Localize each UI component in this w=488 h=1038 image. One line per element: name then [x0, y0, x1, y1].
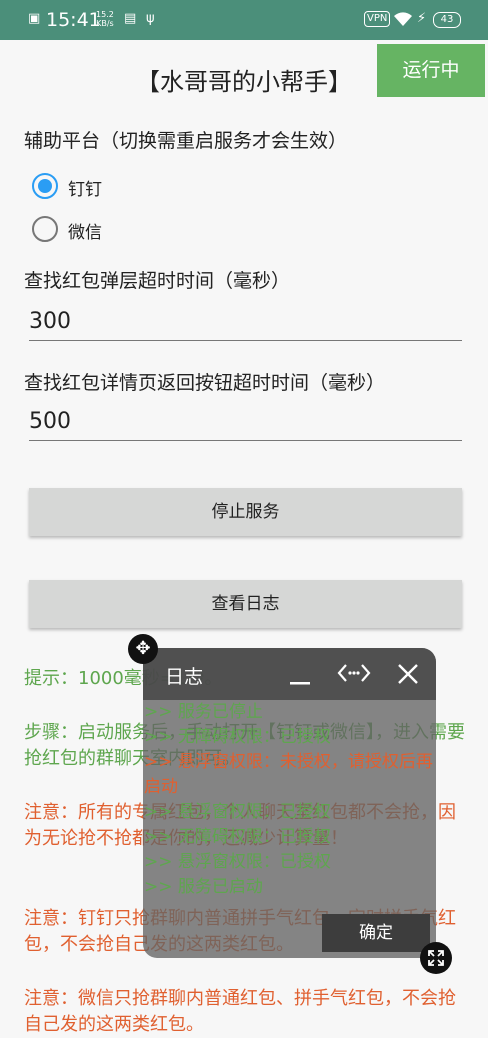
radio-dingtalk[interactable]: [32, 173, 58, 199]
radio-label-dingtalk[interactable]: 钉钉: [68, 175, 102, 200]
resize-icon[interactable]: [420, 942, 452, 974]
log-line: >> 悬浮窗权限：未授权，请授权后再启动: [144, 752, 433, 797]
vpn-badge: VPN: [364, 11, 391, 27]
move-icon[interactable]: ✥: [128, 634, 158, 664]
close-icon[interactable]: [397, 663, 419, 685]
status-bar: ▣ 15:41 15.2 KB/s ▤ ψ VPN ⚡ 43: [0, 0, 488, 40]
usb-icon: ψ: [146, 11, 155, 26]
expand-horizontal-icon[interactable]: [337, 662, 371, 684]
log-line: >> 无障碍权限：已授权: [144, 727, 331, 747]
stop-service-button[interactable]: 停止服务: [29, 488, 462, 536]
sim-icon: ▣: [28, 11, 41, 26]
log-ok-button[interactable]: 确定: [322, 914, 430, 952]
detail-timeout-input[interactable]: 500: [29, 404, 462, 441]
log-list: >> 服务已停止 >> 无障碍权限：已授权 >> 悬浮窗权限：未授权，请授权后再…: [143, 700, 436, 900]
tip-note-wechat: 注意：微信只抢群聊内普通红包、拼手气红包，不会抢自己发的这两类红包。: [24, 988, 456, 1035]
view-log-button[interactable]: 查看日志: [29, 580, 462, 628]
log-window: 日志 >> 服务已停止 >> 无障碍权限：已授权 >> 悬浮窗权限：未授权，请授…: [143, 648, 436, 958]
radio-wechat[interactable]: [32, 216, 58, 242]
network-speed: 15.2 KB/s: [96, 10, 114, 28]
log-line: >> 服务已启动: [144, 877, 263, 897]
wifi-icon: [393, 11, 413, 27]
status-time: 15:41: [46, 9, 101, 31]
detail-timeout-label: 查找红包详情页返回按钮超时时间（毫秒）: [24, 372, 386, 394]
platform-label: 辅助平台（切换需重启服务才会生效）: [24, 130, 348, 152]
running-status-badge[interactable]: 运行中: [377, 44, 485, 97]
popup-timeout-label: 查找红包弹层超时时间（毫秒）: [24, 270, 291, 292]
log-line: >> 服务已停止: [144, 702, 263, 722]
log-window-header[interactable]: 日志: [143, 648, 436, 700]
popup-timeout-input[interactable]: 300: [29, 304, 462, 341]
radio-dot: [38, 179, 52, 193]
battery-indicator: 43: [433, 12, 461, 28]
charging-icon: ⚡: [417, 11, 427, 26]
log-line: >> 悬浮窗权限：已授权: [144, 802, 331, 822]
radio-ring: [32, 216, 58, 242]
log-line: >> 无障碍权限：已授权: [144, 827, 331, 847]
speed-value: 15.2: [96, 10, 114, 19]
radio-label-wechat[interactable]: 微信: [68, 218, 102, 243]
notification-icon: ▤: [124, 11, 137, 26]
speed-unit: KB/s: [96, 19, 114, 28]
minimize-icon[interactable]: [289, 666, 311, 686]
log-line: >> 悬浮窗权限：已授权: [144, 852, 331, 872]
log-window-title: 日志: [165, 666, 204, 688]
